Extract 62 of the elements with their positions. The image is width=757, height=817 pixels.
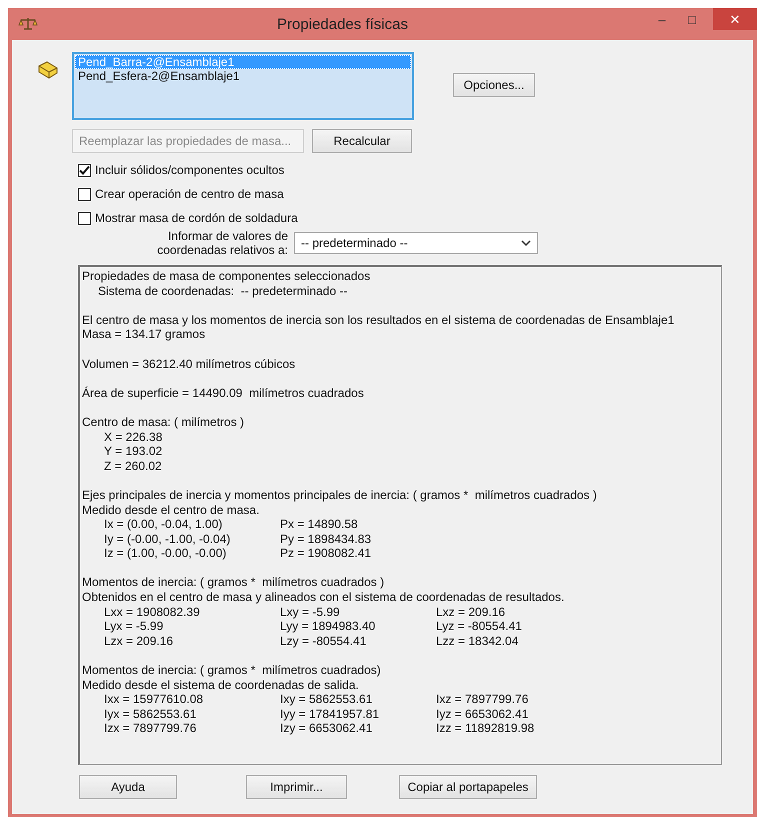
result-line: Volumen = 36212.40 milímetros cúbicos <box>82 356 296 372</box>
checkbox-label: Crear operación de centro de masa <box>95 187 284 201</box>
result-value: Ixy = 5862553.61 <box>280 692 374 707</box>
maximize-button[interactable]: □ <box>677 8 707 30</box>
result-line: Momentos de inercia: ( gramos * milímetros cuadrados) <box>82 663 382 678</box>
recalculate-button[interactable]: Recalcular <box>312 129 412 153</box>
result-value: Iyz = 6653062.41 <box>436 706 530 722</box>
result-value: Lyy = 1894983.40 <box>280 619 376 634</box>
options-button[interactable]: Opciones... <box>453 73 535 97</box>
scale-icon <box>18 17 38 31</box>
result-value: Lxz = 209.16 <box>436 604 506 620</box>
result-value: Ixx = 15977610.08 <box>104 692 204 707</box>
checkbox[interactable] <box>78 164 91 176</box>
result-value: Izz = 11892819.98 <box>436 721 536 736</box>
result-value: Py = 1898434.83 <box>280 532 372 546</box>
result-line: Momentos de inercia: ( gramos * milímetros cuadrados ) <box>82 575 386 590</box>
result-value: Lzy = -80554.41 <box>280 634 368 648</box>
result-value: X = 226.38 <box>103 430 164 444</box>
result-value: Lxy = -5.99 <box>280 604 341 620</box>
result-value: Lyx = -5.99 <box>104 619 164 634</box>
minimize-button[interactable]: – <box>647 8 677 30</box>
list-item[interactable]: Pend_Esfera-2@Ensamblaje1 <box>75 69 411 83</box>
result-value: Iyy = 17841957.81 <box>280 706 380 722</box>
close-button[interactable]: ✕ <box>713 8 757 30</box>
checkbox[interactable] <box>78 212 91 224</box>
field-label: Informar de valores de <box>168 229 288 243</box>
checkbox-label: Incluir sólidos/componentes ocultos <box>95 163 284 177</box>
result-value: Lyz = -80554.41 <box>436 619 523 634</box>
result-line: Ejes principales de inercia y momentos principales de inercia: ( gramos * milímetros cuadrados ) <box>82 488 598 502</box>
caret-icon <box>521 240 531 246</box>
result-line: Masa = 134.17 gramos <box>82 327 206 342</box>
coordinate-dropdown[interactable]: -- predeterminado -- <box>294 232 538 254</box>
result-value: Px = 14890.58 <box>280 517 359 532</box>
result-line: Centro de masa: ( milímetros ) <box>82 414 246 430</box>
window-title: Propiedades físicas <box>276 16 409 32</box>
result-value: Iz = (1.00, -0.00, -0.00) <box>104 546 228 561</box>
result-line: Obtenidos en el centro de masa y alineados con el sistema de coordenadas de resultados. <box>82 590 566 605</box>
checkbox[interactable] <box>78 188 91 200</box>
result-value: Lzz = 18342.04 <box>436 634 520 648</box>
result-value: Ixz = 7897799.76 <box>436 692 530 707</box>
print-button[interactable]: Imprimir... <box>246 775 347 799</box>
result-value: Lzx = 209.16 <box>104 634 174 648</box>
result-line: Propiedades de masa de componentes seleccionados <box>82 269 372 284</box>
result-value: Lxx = 1908082.39 <box>104 604 201 620</box>
field-label: coordenadas relativos a: <box>157 243 288 257</box>
help-button[interactable]: Ayuda <box>79 775 177 799</box>
result-line: Medido desde el sistema de coordenadas de salida. <box>82 678 360 692</box>
result-line: Medido desde el centro de masa. <box>82 502 260 518</box>
result-value: Ix = (0.00, -0.04, 1.00) <box>104 517 224 532</box>
result-line: Sistema de coordenadas: -- predeterminado -- <box>97 284 348 298</box>
result-line: El centro de masa y los momentos de inercia son los resultados en el sistema de coordenadas de Ensamblaje1 <box>82 312 676 328</box>
result-value: Z = 260.02 <box>103 458 163 474</box>
result-value: Y = 193.02 <box>103 444 164 459</box>
result-line: Área de superficie = 14490.09 milímetros cuadrados <box>82 386 365 400</box>
part-icon <box>37 60 59 80</box>
result-value: Iy = (-0.00, -1.00, -0.04) <box>104 532 232 546</box>
result-value: Izx = 7897799.76 <box>104 721 198 736</box>
result-value: Pz = 1908082.41 <box>280 546 372 561</box>
copy-button[interactable]: Copiar al portapapeles <box>399 775 537 799</box>
checkbox-label: Mostrar masa de cordón de soldadura <box>95 211 298 225</box>
result-value: Iyx = 5862553.61 <box>104 706 198 722</box>
result-value: Izy = 6653062.41 <box>280 721 374 736</box>
